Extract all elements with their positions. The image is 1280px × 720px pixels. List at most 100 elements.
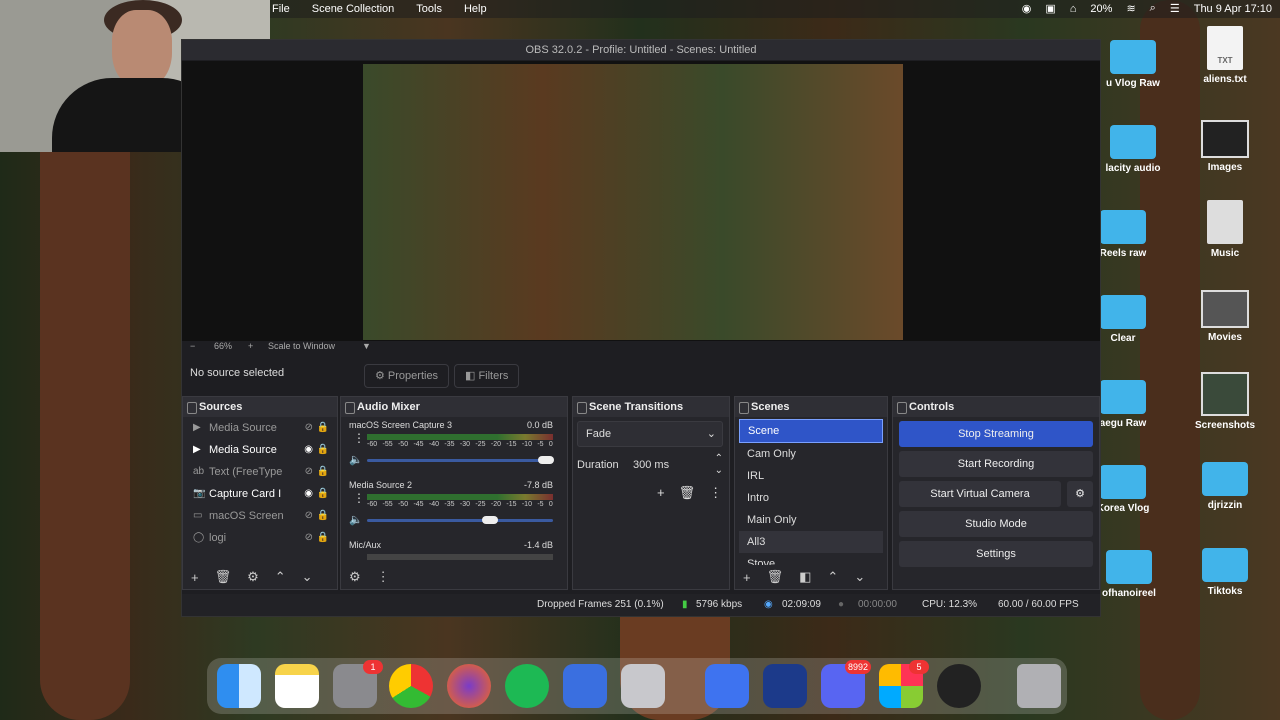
source-item[interactable]: ▶ Media Source ◉ 🔒 <box>183 439 337 461</box>
scene-item[interactable]: Stove <box>739 553 883 565</box>
add-icon[interactable]: + <box>743 570 751 585</box>
gear-icon[interactable]: ⚙ <box>349 569 361 585</box>
more-icon[interactable]: ⋮ <box>709 485 722 501</box>
lock-icon[interactable]: 🔒 <box>317 461 329 483</box>
more-icon[interactable]: ⋮ <box>353 431 365 445</box>
up-icon[interactable]: ⌃ <box>275 569 286 585</box>
menu-scene-collection[interactable]: Scene Collection <box>312 3 395 15</box>
wifi-extra-icon[interactable]: ⌂ <box>1070 3 1077 15</box>
cpu-usage: CPU: 12.3% <box>922 599 978 610</box>
gear-icon[interactable]: ⚙ <box>247 569 259 585</box>
trash-icon[interactable]: 🗑 <box>767 569 784 585</box>
down-icon[interactable]: ⌄ <box>854 569 865 585</box>
speaker-icon[interactable]: 🔈 <box>349 513 363 526</box>
scene-item[interactable]: Cam Only <box>739 443 883 465</box>
eye-hidden-icon[interactable]: ⊘ <box>305 417 313 439</box>
desktop-folder-images[interactable]: Images <box>1180 120 1270 173</box>
roblox-icon[interactable] <box>563 664 607 708</box>
lock-icon[interactable]: 🔒 <box>317 417 329 439</box>
scene-item[interactable]: Scene <box>739 419 883 443</box>
volume-knob[interactable] <box>537 456 554 464</box>
filter-icon[interactable]: ◧ <box>799 569 811 585</box>
properties-button[interactable]: ⚙ Properties <box>364 364 450 388</box>
microsoft-office-icon[interactable]: 5 <box>879 660 929 708</box>
add-icon[interactable]: + <box>191 570 199 585</box>
firefox-icon[interactable] <box>447 664 491 708</box>
stop-streaming-button[interactable]: Stop Streaming <box>899 421 1093 447</box>
scene-item[interactable]: IRL <box>739 465 883 487</box>
start-recording-button[interactable]: Start Recording <box>899 451 1093 477</box>
menu-help[interactable]: Help <box>464 3 487 15</box>
volume-slider[interactable] <box>367 516 553 524</box>
add-icon[interactable]: + <box>657 485 665 501</box>
nordvpn-icon[interactable] <box>705 664 749 708</box>
source-item[interactable]: 📷 Capture Card I ◉ 🔒 <box>183 483 337 505</box>
desktop-file-aliens[interactable]: TXT aliens.txt <box>1180 26 1270 85</box>
wifi-icon[interactable]: ≋ <box>1126 2 1135 15</box>
eye-icon[interactable]: ◉ <box>304 483 313 505</box>
source-item[interactable]: ◯ logi ⊘ 🔒 <box>183 527 337 549</box>
zoom-out-button[interactable]: − <box>190 341 195 351</box>
preview-canvas[interactable] <box>182 61 1100 341</box>
volume-slider[interactable] <box>367 456 554 464</box>
search-icon[interactable]: ⌕ <box>1150 2 1156 15</box>
menu-file[interactable]: File <box>272 3 290 15</box>
chrome-icon[interactable] <box>389 664 433 708</box>
notes-icon[interactable] <box>275 664 319 708</box>
battery-percent[interactable]: 20% <box>1090 3 1112 15</box>
eye-hidden-icon[interactable]: ⊘ <box>305 505 313 527</box>
more-icon[interactable]: ⋮ <box>353 491 365 505</box>
finder-icon[interactable] <box>217 664 261 708</box>
eye-icon[interactable]: ◉ <box>304 439 313 461</box>
start-virtual-camera-button[interactable]: Start Virtual Camera <box>899 481 1061 507</box>
source-item[interactable]: ▭ macOS Screen ⊘ 🔒 <box>183 505 337 527</box>
clock[interactable]: Thu 9 Apr 17:10 <box>1194 3 1272 15</box>
desktop-folder-movies[interactable]: Movies <box>1180 290 1270 343</box>
obs-status-icon[interactable]: ◉ <box>1022 2 1032 15</box>
scene-item[interactable]: Intro <box>739 487 883 509</box>
scale-mode[interactable]: Scale to Window <box>268 341 335 351</box>
teamviewer-icon[interactable] <box>763 664 807 708</box>
scene-item[interactable]: All3 <box>739 531 883 553</box>
control-center-icon[interactable]: ☰ <box>1170 2 1180 15</box>
filters-button[interactable]: ◧ Filters <box>454 364 520 388</box>
spotify-icon[interactable] <box>505 664 549 708</box>
lock-icon[interactable]: 🔒 <box>317 439 329 461</box>
settings-button[interactable]: Settings <box>899 541 1093 567</box>
eye-hidden-icon[interactable]: ⊘ <box>305 461 313 483</box>
iphone-mirroring-icon[interactable] <box>621 664 665 708</box>
transition-select[interactable]: Fade ⌄ <box>577 421 723 447</box>
obs-icon[interactable] <box>937 664 981 708</box>
lock-icon[interactable]: 🔒 <box>317 527 329 549</box>
desktop-folder-music[interactable]: Music <box>1180 200 1270 259</box>
speaker-icon[interactable]: 🔈 <box>349 453 363 466</box>
studio-mode-button[interactable]: Studio Mode <box>899 511 1093 537</box>
volume-knob[interactable] <box>481 516 498 524</box>
up-icon[interactable]: ⌃ <box>827 569 838 585</box>
system-settings-icon[interactable]: 1 <box>333 660 383 708</box>
source-item[interactable]: ab Text (FreeType ⊘ 🔒 <box>183 461 337 483</box>
trash-icon[interactable]: 🗑 <box>215 569 232 585</box>
stepper-icon[interactable]: ⌃ ⌄ <box>715 453 723 477</box>
screen-record-icon[interactable]: ▣ <box>1045 2 1055 15</box>
desktop-folder[interactable]: u Vlog Raw <box>1088 40 1178 89</box>
eye-hidden-icon[interactable]: ⊘ <box>305 527 313 549</box>
desktop-folder-djrizzin[interactable]: djrizzin <box>1180 462 1270 511</box>
desktop-folder-screenshots[interactable]: Screenshots <box>1180 372 1270 431</box>
desktop-folder-tiktoks[interactable]: Tiktoks <box>1180 548 1270 597</box>
more-icon[interactable]: ⋮ <box>377 569 390 585</box>
trash-icon[interactable]: 🗑 <box>679 485 696 501</box>
scene-item[interactable]: Main Only <box>739 509 883 531</box>
source-item[interactable]: ▶ Media Source ⊘ 🔒 <box>183 417 337 439</box>
trash-icon[interactable] <box>1017 664 1061 708</box>
lock-icon[interactable]: 🔒 <box>317 483 329 505</box>
discord-icon[interactable]: 8992 <box>821 660 871 708</box>
duration-input[interactable]: 300 ms ⌃ ⌄ <box>625 453 731 477</box>
scale-dropdown-icon[interactable]: ▼ <box>362 341 371 351</box>
down-icon[interactable]: ⌄ <box>302 569 313 585</box>
virtual-camera-settings-button[interactable]: ⚙ <box>1067 481 1093 507</box>
menu-tools[interactable]: Tools <box>416 3 442 15</box>
desktop-folder[interactable]: lacity audio <box>1088 125 1178 174</box>
lock-icon[interactable]: 🔒 <box>317 505 329 527</box>
zoom-in-button[interactable]: + <box>248 341 253 351</box>
